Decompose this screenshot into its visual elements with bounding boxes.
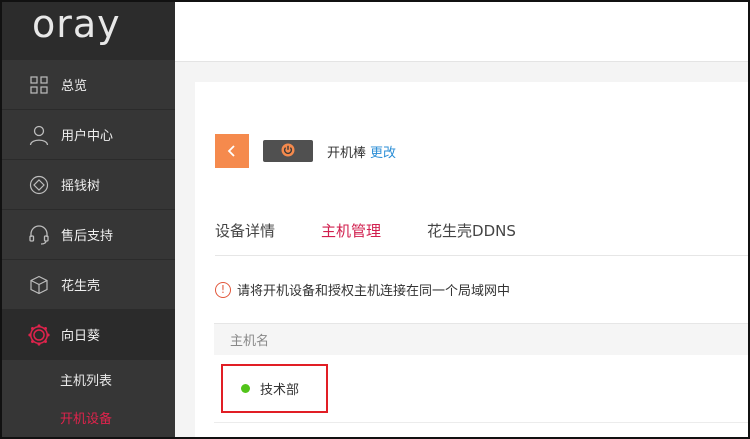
sidebar-item-sunflower[interactable]: 向日葵 xyxy=(2,310,175,360)
device-header: 开机棒 更改 xyxy=(215,134,396,168)
sidebar-item-label: 花生壳 xyxy=(61,279,101,294)
brand-logo[interactable]: oray xyxy=(32,5,121,43)
host-name: 技术部 xyxy=(260,383,300,398)
power-icon xyxy=(281,142,295,161)
tab-oray-ddns[interactable]: 花生壳DDNS xyxy=(427,220,516,256)
content-card: 开机棒 更改 设备详情 主机管理 花生壳DDNS ! 请将开机设备和授权主机连接… xyxy=(195,82,748,437)
user-icon xyxy=(28,124,50,146)
change-device-link[interactable]: 更改 xyxy=(370,142,396,161)
sidebar-item-overview[interactable]: 总览 xyxy=(2,60,175,110)
sunflower-icon xyxy=(28,323,50,346)
sidebar-subitem-label: 开机设备 xyxy=(60,411,113,427)
diamond-icon xyxy=(28,174,50,196)
warning-icon: ! xyxy=(215,281,231,298)
device-badge xyxy=(263,140,313,162)
online-status-dot xyxy=(241,384,250,393)
sidebar-subitem-label: 主机列表 xyxy=(60,373,113,389)
device-name: 开机棒 xyxy=(327,145,367,161)
back-button[interactable] xyxy=(215,134,249,168)
sidebar-subitem-host-list[interactable]: 主机列表 xyxy=(2,360,175,398)
tab-host-management[interactable]: 主机管理 xyxy=(321,220,381,256)
tab-device-details[interactable]: 设备详情 xyxy=(215,220,275,256)
sidebar-subitem-power-devices[interactable]: 开机设备 xyxy=(2,398,175,436)
lan-notice: ! 请将开机设备和授权主机连接在同一个局域网中 xyxy=(215,280,510,299)
sidebar-item-oray-shell[interactable]: 花生壳 xyxy=(2,260,175,310)
sidebar-item-label: 售后支持 xyxy=(61,229,114,244)
sidebar-item-support[interactable]: 售后支持 xyxy=(2,210,175,260)
grid-icon xyxy=(28,74,50,96)
column-header-host-name: 主机名 xyxy=(230,334,270,349)
logo-area: oray xyxy=(2,2,175,60)
sidebar: oray 总览 用户中心 摇钱树 售后支持 花生壳 向日葵 主机列表 开机设备 xyxy=(2,2,175,437)
table-row[interactable]: 技术部 xyxy=(214,355,748,423)
notice-text: 请将开机设备和授权主机连接在同一个局域网中 xyxy=(237,284,511,299)
cube-icon xyxy=(28,274,50,296)
sidebar-item-label: 摇钱树 xyxy=(61,179,101,194)
host-name-cell[interactable]: 技术部 xyxy=(221,364,328,413)
sidebar-item-money-tree[interactable]: 摇钱树 xyxy=(2,160,175,210)
sidebar-item-label: 总览 xyxy=(61,79,88,94)
chevron-left-icon xyxy=(227,142,237,161)
sidebar-item-label: 用户中心 xyxy=(61,129,114,144)
top-header xyxy=(175,2,748,62)
headset-icon xyxy=(28,224,50,246)
app-window: oray 总览 用户中心 摇钱树 售后支持 花生壳 向日葵 主机列表 开机设备 … xyxy=(0,0,750,439)
tab-bar: 设备详情 主机管理 花生壳DDNS xyxy=(215,220,748,256)
sidebar-item-user-center[interactable]: 用户中心 xyxy=(2,110,175,160)
sidebar-item-label: 向日葵 xyxy=(61,329,101,344)
table-header: 主机名 xyxy=(214,323,748,355)
